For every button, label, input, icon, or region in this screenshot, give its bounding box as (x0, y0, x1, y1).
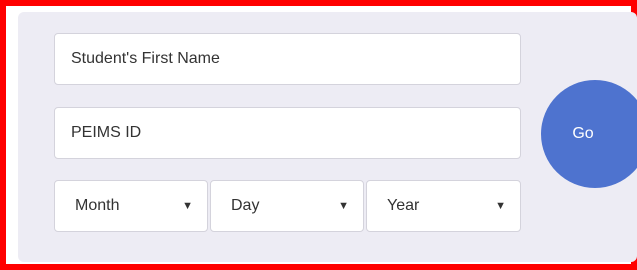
year-select[interactable]: Year ▼ (366, 180, 521, 232)
first-name-placeholder: Student's First Name (71, 50, 220, 67)
day-select-label: Day (231, 197, 260, 214)
go-button-label: Go (572, 125, 594, 142)
day-select[interactable]: Day ▼ (210, 180, 364, 232)
month-select[interactable]: Month ▼ (54, 180, 208, 232)
first-name-input[interactable]: Student's First Name (54, 33, 521, 85)
chevron-down-icon: ▼ (182, 200, 193, 212)
peims-id-input[interactable]: PEIMS ID (54, 107, 521, 159)
peims-id-placeholder: PEIMS ID (71, 124, 142, 141)
chevron-down-icon: ▼ (495, 200, 506, 212)
month-select-label: Month (75, 197, 120, 214)
year-select-label: Year (387, 197, 420, 214)
chevron-down-icon: ▼ (338, 200, 349, 212)
